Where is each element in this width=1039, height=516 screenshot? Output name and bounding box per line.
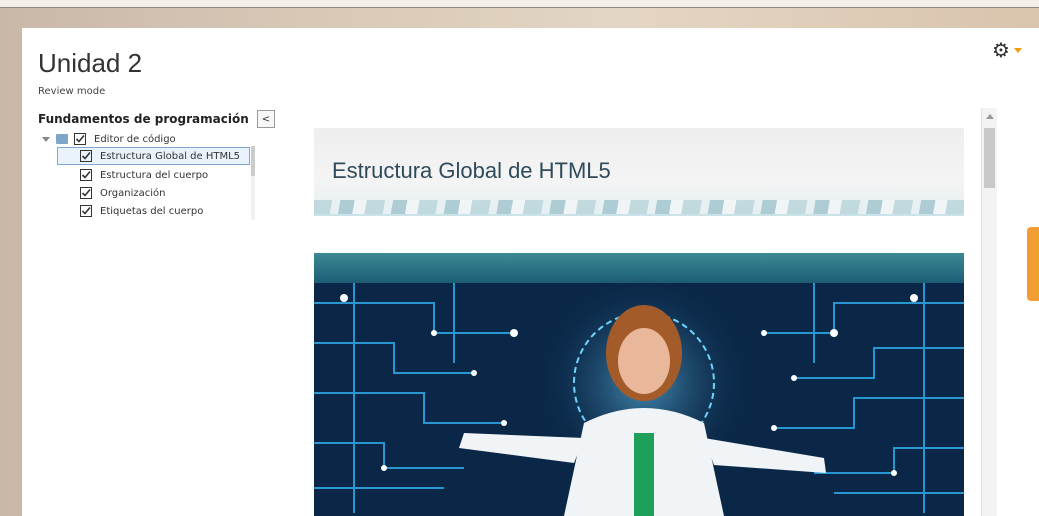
chevron-down-icon (1013, 47, 1022, 53)
content-scrollbar[interactable] (981, 108, 997, 516)
toc-collapse-button[interactable]: < (257, 110, 275, 128)
banner-title: Estructura Global de HTML5 (332, 158, 611, 183)
window-top-edge (0, 0, 1039, 8)
page-title: Unidad 2 (38, 48, 143, 78)
circuit-avatar-illustration (314, 253, 964, 516)
folder-icon (56, 134, 68, 144)
toc-folder-label: Editor de código (94, 133, 176, 145)
toc-folder-editor[interactable]: Editor de código (42, 130, 176, 148)
checkbox-checked-icon (80, 205, 92, 217)
toc-scrollbar[interactable] (251, 146, 255, 220)
checkbox-checked-icon (80, 187, 92, 199)
expand-triangle-icon[interactable] (42, 136, 50, 142)
toc-item-label: Estructura del cuerpo (100, 169, 209, 181)
toc-item-organizacion[interactable]: Organización (80, 184, 166, 202)
scroll-up-icon[interactable] (986, 114, 994, 119)
side-feedback-tab[interactable] (1027, 227, 1039, 301)
toc-title: Fundamentos de programación (38, 112, 249, 126)
toc-item-label: Etiquetas del cuerpo (100, 205, 204, 217)
toc-item-estructura-cuerpo[interactable]: Estructura del cuerpo (80, 166, 208, 184)
checkbox-checked-icon (80, 169, 92, 181)
toc-item-label: Organización (100, 187, 166, 199)
section-banner: Estructura Global de HTML5 (314, 128, 964, 216)
settings-menu-button[interactable]: ⚙ (992, 39, 1032, 61)
toc-panel: Fundamentos de programación Editor de có… (38, 112, 256, 220)
gear-icon: ⚙ (992, 38, 1010, 62)
content-scroll-thumb[interactable] (984, 128, 995, 188)
banner-pattern (314, 200, 964, 214)
checkbox-checked-icon (80, 150, 92, 162)
toc-item-estructura-global[interactable]: Estructura Global de HTML5 (57, 147, 250, 165)
toc-item-label: Estructura Global de HTML5 (100, 150, 241, 162)
toc-item-etiquetas[interactable]: Etiquetas del cuerpo (80, 202, 203, 220)
hero-image (314, 253, 964, 516)
review-mode-label: Review mode (38, 86, 106, 97)
toc-scroll-thumb[interactable] (251, 146, 255, 176)
checkbox-checked-icon (74, 133, 86, 145)
